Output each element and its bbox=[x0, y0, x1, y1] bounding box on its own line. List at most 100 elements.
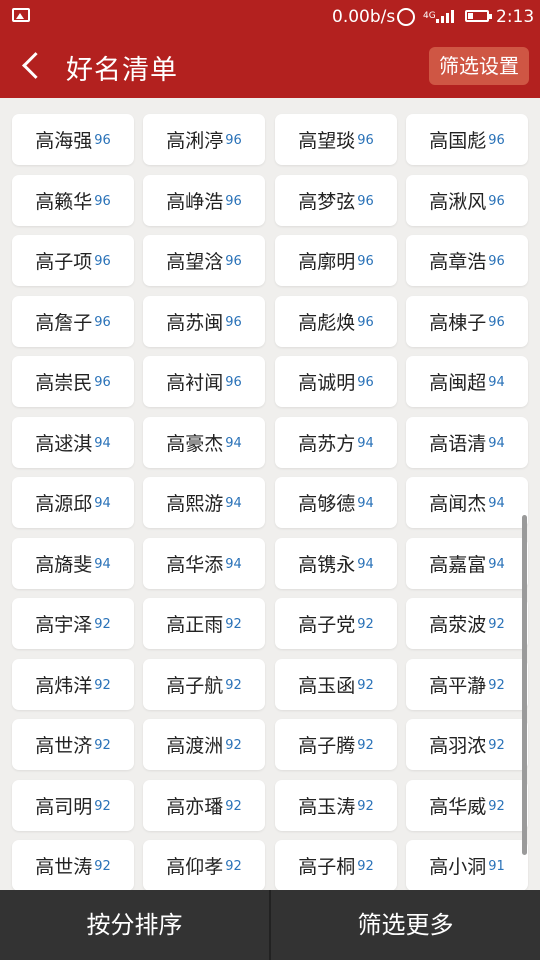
name-score: 94 bbox=[94, 496, 111, 511]
name-item[interactable]: 高亦璠 92 bbox=[143, 779, 265, 831]
name-score: 94 bbox=[225, 556, 242, 572]
name-item[interactable]: 高镌永 94 bbox=[275, 537, 397, 589]
name-item[interactable]: 高棟子 96 bbox=[406, 295, 528, 347]
name-item[interactable]: 高苏闽 96 bbox=[143, 295, 265, 347]
name-item[interactable]: 高廓明 96 bbox=[275, 235, 397, 286]
name-item[interactable]: 高世涛 92 bbox=[12, 840, 134, 890]
name-item[interactable]: 高国彪 96 bbox=[406, 114, 528, 165]
name-score: 92 bbox=[357, 617, 374, 632]
name-item[interactable]: 高子项 96 bbox=[12, 235, 134, 286]
name-score: 92 bbox=[488, 677, 505, 693]
name-item[interactable]: 高海强 96 bbox=[12, 114, 134, 165]
name-item[interactable]: 高望琰 96 bbox=[275, 114, 397, 165]
name-score: 94 bbox=[357, 496, 374, 511]
name-item[interactable]: 高闽超 94 bbox=[406, 356, 528, 407]
name-score: 92 bbox=[357, 798, 374, 814]
name-item[interactable]: 高章浩 96 bbox=[406, 235, 528, 286]
name-item[interactable]: 高华威 92 bbox=[406, 779, 528, 831]
name-item[interactable]: 高羽浓 92 bbox=[406, 719, 528, 770]
name-score: 96 bbox=[94, 375, 111, 390]
name-item[interactable]: 高子航 92 bbox=[143, 658, 265, 710]
name-score: 91 bbox=[488, 859, 505, 874]
name-score: 96 bbox=[488, 133, 505, 148]
name-text: 高梦弦 bbox=[298, 190, 356, 213]
name-item[interactable]: 高渡洲 92 bbox=[143, 719, 265, 770]
name-text: 高章浩 bbox=[429, 251, 487, 273]
name-text: 高渡洲 bbox=[166, 735, 224, 757]
name-item[interactable]: 高正雨 92 bbox=[143, 598, 265, 649]
name-item[interactable]: 高望浛 96 bbox=[143, 235, 265, 286]
sort-by-score-button[interactable]: 按分排序 bbox=[0, 890, 269, 960]
name-item[interactable]: 高浰渟 96 bbox=[143, 114, 265, 165]
name-item[interactable]: 高华添 94 bbox=[143, 537, 265, 589]
name-text: 高荥波 bbox=[429, 614, 487, 636]
name-item[interactable]: 高够德 94 bbox=[275, 477, 397, 528]
name-score: 92 bbox=[94, 798, 111, 814]
name-item[interactable]: 高闻杰 94 bbox=[406, 477, 528, 528]
name-item[interactable]: 高熙游 94 bbox=[143, 477, 265, 528]
name-item[interactable]: 高苏方 94 bbox=[275, 416, 397, 468]
name-item[interactable]: 高子桐 92 bbox=[275, 840, 397, 890]
name-item[interactable]: 高崇民 96 bbox=[12, 356, 134, 407]
back-arrow-icon[interactable] bbox=[16, 50, 48, 82]
name-item[interactable]: 高炜洋 92 bbox=[12, 658, 134, 710]
name-text: 高正雨 bbox=[166, 614, 224, 636]
app-bar: 好名清单 筛选设置 bbox=[0, 34, 540, 98]
name-text: 高够德 bbox=[298, 493, 356, 515]
name-item[interactable]: 高世济 92 bbox=[12, 719, 134, 770]
name-item[interactable]: 高荥波 92 bbox=[406, 598, 528, 649]
name-item[interactable]: 高逑淇 94 bbox=[12, 416, 134, 468]
name-item[interactable]: 高司明 92 bbox=[12, 779, 134, 831]
name-item[interactable]: 高宇泽 92 bbox=[12, 598, 134, 649]
name-item[interactable]: 高詹子 96 bbox=[12, 295, 134, 347]
filter-more-button[interactable]: 筛选更多 bbox=[271, 890, 540, 960]
name-text: 高廓明 bbox=[298, 251, 356, 273]
name-text: 高熙游 bbox=[166, 493, 224, 515]
name-item[interactable]: 高籁华 96 bbox=[12, 174, 134, 226]
name-item[interactable]: 高诚明 96 bbox=[275, 356, 397, 407]
name-item[interactable]: 高衬闻 96 bbox=[143, 356, 265, 407]
status-bar: 0.00b/s 4G 2:13 bbox=[0, 0, 540, 34]
name-text: 高诚明 bbox=[298, 372, 356, 394]
name-text: 高宇泽 bbox=[35, 614, 93, 636]
name-text: 高华添 bbox=[166, 553, 224, 576]
name-item[interactable]: 高豪杰 94 bbox=[143, 416, 265, 468]
name-text: 高世涛 bbox=[35, 856, 93, 878]
network-speed: 0.00b/s bbox=[332, 7, 396, 27]
name-item[interactable]: 高彪焕 96 bbox=[275, 295, 397, 347]
name-score: 96 bbox=[357, 314, 374, 330]
name-text: 高子项 bbox=[35, 251, 93, 273]
name-text: 高嘉富 bbox=[429, 553, 487, 576]
name-item[interactable]: 高嘉富 94 bbox=[406, 537, 528, 589]
name-score: 94 bbox=[94, 435, 111, 451]
filter-settings-button[interactable]: 筛选设置 bbox=[429, 47, 529, 85]
name-score: 92 bbox=[94, 617, 111, 632]
name-text: 高世济 bbox=[35, 735, 93, 757]
name-item[interactable]: 高梦弦 96 bbox=[275, 174, 397, 226]
name-score: 94 bbox=[225, 435, 242, 451]
name-item[interactable]: 高峥浩 96 bbox=[143, 174, 265, 226]
name-item[interactable]: 高语清 94 bbox=[406, 416, 528, 468]
name-item[interactable]: 高源邱 94 bbox=[12, 477, 134, 528]
name-item[interactable]: 高仰孝 92 bbox=[143, 840, 265, 890]
name-item[interactable]: 高旖斐 94 bbox=[12, 537, 134, 589]
name-text: 高望琰 bbox=[298, 130, 356, 152]
name-item[interactable]: 高子党 92 bbox=[275, 598, 397, 649]
name-item[interactable]: 高平瀞 92 bbox=[406, 658, 528, 710]
scrollbar[interactable] bbox=[522, 515, 527, 855]
name-score: 94 bbox=[357, 556, 374, 572]
name-item[interactable]: 高子腾 92 bbox=[275, 719, 397, 770]
name-item[interactable]: 高湫风 96 bbox=[406, 174, 528, 226]
name-score: 92 bbox=[488, 617, 505, 632]
name-score: 96 bbox=[94, 193, 111, 209]
name-text: 高子党 bbox=[298, 614, 356, 636]
name-item[interactable]: 高玉函 92 bbox=[275, 658, 397, 710]
name-text: 高炜洋 bbox=[35, 674, 93, 697]
name-score: 94 bbox=[488, 556, 505, 572]
name-item[interactable]: 高小洞 91 bbox=[406, 840, 528, 890]
name-text: 高闻杰 bbox=[429, 493, 487, 515]
name-item[interactable]: 高玉涛 92 bbox=[275, 779, 397, 831]
battery-icon bbox=[465, 10, 492, 22]
name-text: 高豪杰 bbox=[166, 432, 224, 455]
name-list[interactable]: 高海强 96 高浰渟 96 高望琰 96 高国彪 96 高籁华 96 高峥浩 96 高梦弦 96 高湫风 96… bbox=[0, 98, 540, 890]
